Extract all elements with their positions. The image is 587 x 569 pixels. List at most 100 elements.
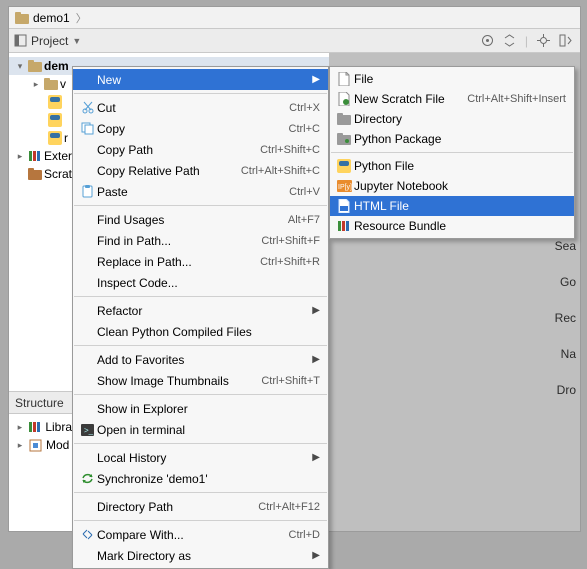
submenu-arrow-icon: ▶ — [312, 305, 320, 316]
html-file-icon — [334, 199, 354, 213]
menu-item-refactor[interactable]: Refactor▶ — [73, 300, 328, 321]
structure-item[interactable]: ▸ Mod — [9, 436, 72, 454]
folder-icon — [334, 133, 354, 145]
tree-label: Exter — [44, 149, 72, 163]
file-icon — [334, 72, 354, 86]
jupyter-icon: IP[y] — [334, 180, 354, 192]
menu-item-clean-python[interactable]: Clean Python Compiled Files — [73, 321, 328, 342]
menu-item-copy-path[interactable]: Copy PathCtrl+Shift+C — [73, 139, 328, 160]
python-file-icon — [47, 113, 62, 127]
svg-text:>_: >_ — [84, 426, 94, 435]
menu-separator — [74, 205, 327, 206]
menu-item-inspect-code[interactable]: Inspect Code... — [73, 272, 328, 293]
submenu-arrow-icon: ▶ — [312, 354, 320, 365]
folder-icon — [27, 59, 42, 73]
submenu-arrow-icon: ▶ — [312, 452, 320, 463]
svg-text:IP[y]: IP[y] — [338, 184, 352, 191]
menu-item-open-in-terminal[interactable]: >_ Open in terminal — [73, 419, 328, 440]
paste-icon — [77, 185, 97, 198]
submenu-arrow-icon: ▶ — [312, 550, 320, 561]
tree-label: Scrat — [44, 167, 72, 181]
submenu-item-scratch-file[interactable]: New Scratch FileCtrl+Alt+Shift+Insert — [330, 89, 574, 109]
menu-item-local-history[interactable]: Local History▶ — [73, 447, 328, 468]
menu-item-paste[interactable]: PasteCtrl+V — [73, 181, 328, 202]
folder-icon — [15, 12, 29, 24]
structure-label: Libra — [45, 420, 72, 434]
library-icon — [27, 149, 42, 163]
context-menu: New▶ CutCtrl+X CopyCtrl+C Copy PathCtrl+… — [72, 66, 329, 569]
folder-icon — [43, 77, 58, 91]
structure-label: Mod — [46, 438, 69, 452]
menu-separator — [74, 345, 327, 346]
toolbar-separator: | — [525, 34, 528, 48]
peek-label: Rec — [555, 311, 576, 325]
peek-label: Sea — [555, 239, 576, 253]
submenu-item-resource-bundle[interactable]: Resource Bundle — [330, 216, 574, 236]
tree-label: dem — [44, 59, 69, 73]
submenu-item-python-package[interactable]: Python Package — [330, 129, 574, 149]
folder-icon — [334, 113, 354, 125]
hide-icon[interactable] — [558, 34, 572, 48]
expand-arrow-icon[interactable]: ▸ — [15, 440, 25, 451]
breadcrumb-bar: demo1 〉 — [9, 7, 580, 29]
resource-bundle-icon — [334, 219, 354, 233]
menu-separator — [74, 443, 327, 444]
peek-label: Na — [561, 347, 576, 361]
copy-icon — [77, 122, 97, 135]
scratch-icon — [27, 167, 42, 181]
tree-label: r — [64, 131, 68, 145]
menu-item-copy[interactable]: CopyCtrl+C — [73, 118, 328, 139]
sync-icon — [77, 472, 97, 485]
submenu-item-directory[interactable]: Directory — [330, 109, 574, 129]
menu-item-new[interactable]: New▶ — [73, 69, 328, 90]
project-icon — [13, 34, 27, 48]
submenu-item-file[interactable]: File — [330, 69, 574, 89]
expand-arrow-icon[interactable]: ▸ — [31, 79, 41, 90]
menu-item-directory-path[interactable]: Directory PathCtrl+Alt+F12 — [73, 496, 328, 517]
expand-arrow-icon[interactable]: ▾ — [15, 61, 25, 72]
scratch-file-icon — [334, 92, 354, 106]
menu-separator — [74, 394, 327, 395]
menu-separator — [331, 152, 573, 153]
structure-title[interactable]: Structure — [9, 392, 72, 414]
chevron-right-icon: 〉 — [74, 10, 89, 26]
menu-item-copy-relative-path[interactable]: Copy Relative PathCtrl+Alt+Shift+C — [73, 160, 328, 181]
compare-icon — [77, 528, 97, 541]
menu-item-synchronize[interactable]: Synchronize 'demo1' — [73, 468, 328, 489]
structure-panel: Structure ▸ Libra ▸ Mod — [9, 391, 72, 458]
menu-separator — [74, 492, 327, 493]
menu-item-add-to-favorites[interactable]: Add to Favorites▶ — [73, 349, 328, 370]
python-file-icon — [47, 131, 62, 145]
terminal-icon: >_ — [77, 424, 97, 436]
dropdown-arrow-icon: ▼ — [72, 36, 81, 46]
python-file-icon — [334, 159, 354, 173]
target-icon[interactable] — [481, 34, 495, 48]
menu-item-find-in-path[interactable]: Find in Path...Ctrl+Shift+F — [73, 230, 328, 251]
gear-icon[interactable] — [536, 34, 550, 48]
submenu-item-python-file[interactable]: Python File — [330, 156, 574, 176]
peek-label: Go — [560, 275, 576, 289]
menu-item-cut[interactable]: CutCtrl+X — [73, 97, 328, 118]
menu-item-find-usages[interactable]: Find UsagesAlt+F7 — [73, 209, 328, 230]
submenu-item-jupyter[interactable]: IP[y] Jupyter Notebook — [330, 176, 574, 196]
menu-separator — [74, 296, 327, 297]
project-dropdown[interactable]: Project — [31, 34, 68, 48]
peek-label: Dro — [557, 383, 576, 397]
menu-item-compare-with[interactable]: Compare With...Ctrl+D — [73, 524, 328, 545]
collapse-icon[interactable] — [503, 34, 517, 48]
structure-item[interactable]: ▸ Libra — [9, 418, 72, 436]
breadcrumb-item[interactable]: demo1 — [33, 11, 70, 25]
menu-item-show-in-explorer[interactable]: Show in Explorer — [73, 398, 328, 419]
menu-separator — [74, 520, 327, 521]
submenu-item-html-file[interactable]: HTML File — [330, 196, 574, 216]
menu-item-replace-in-path[interactable]: Replace in Path...Ctrl+Shift+R — [73, 251, 328, 272]
python-file-icon — [47, 95, 62, 109]
menu-item-mark-directory-as[interactable]: Mark Directory as▶ — [73, 545, 328, 566]
library-icon — [28, 420, 43, 434]
expand-arrow-icon[interactable]: ▸ — [15, 422, 25, 433]
menu-item-show-thumbnails[interactable]: Show Image ThumbnailsCtrl+Shift+T — [73, 370, 328, 391]
submenu-arrow-icon: ▶ — [312, 74, 320, 85]
project-toolbar: Project ▼ | — [9, 29, 580, 53]
menu-separator — [74, 93, 327, 94]
expand-arrow-icon[interactable]: ▸ — [15, 151, 25, 162]
